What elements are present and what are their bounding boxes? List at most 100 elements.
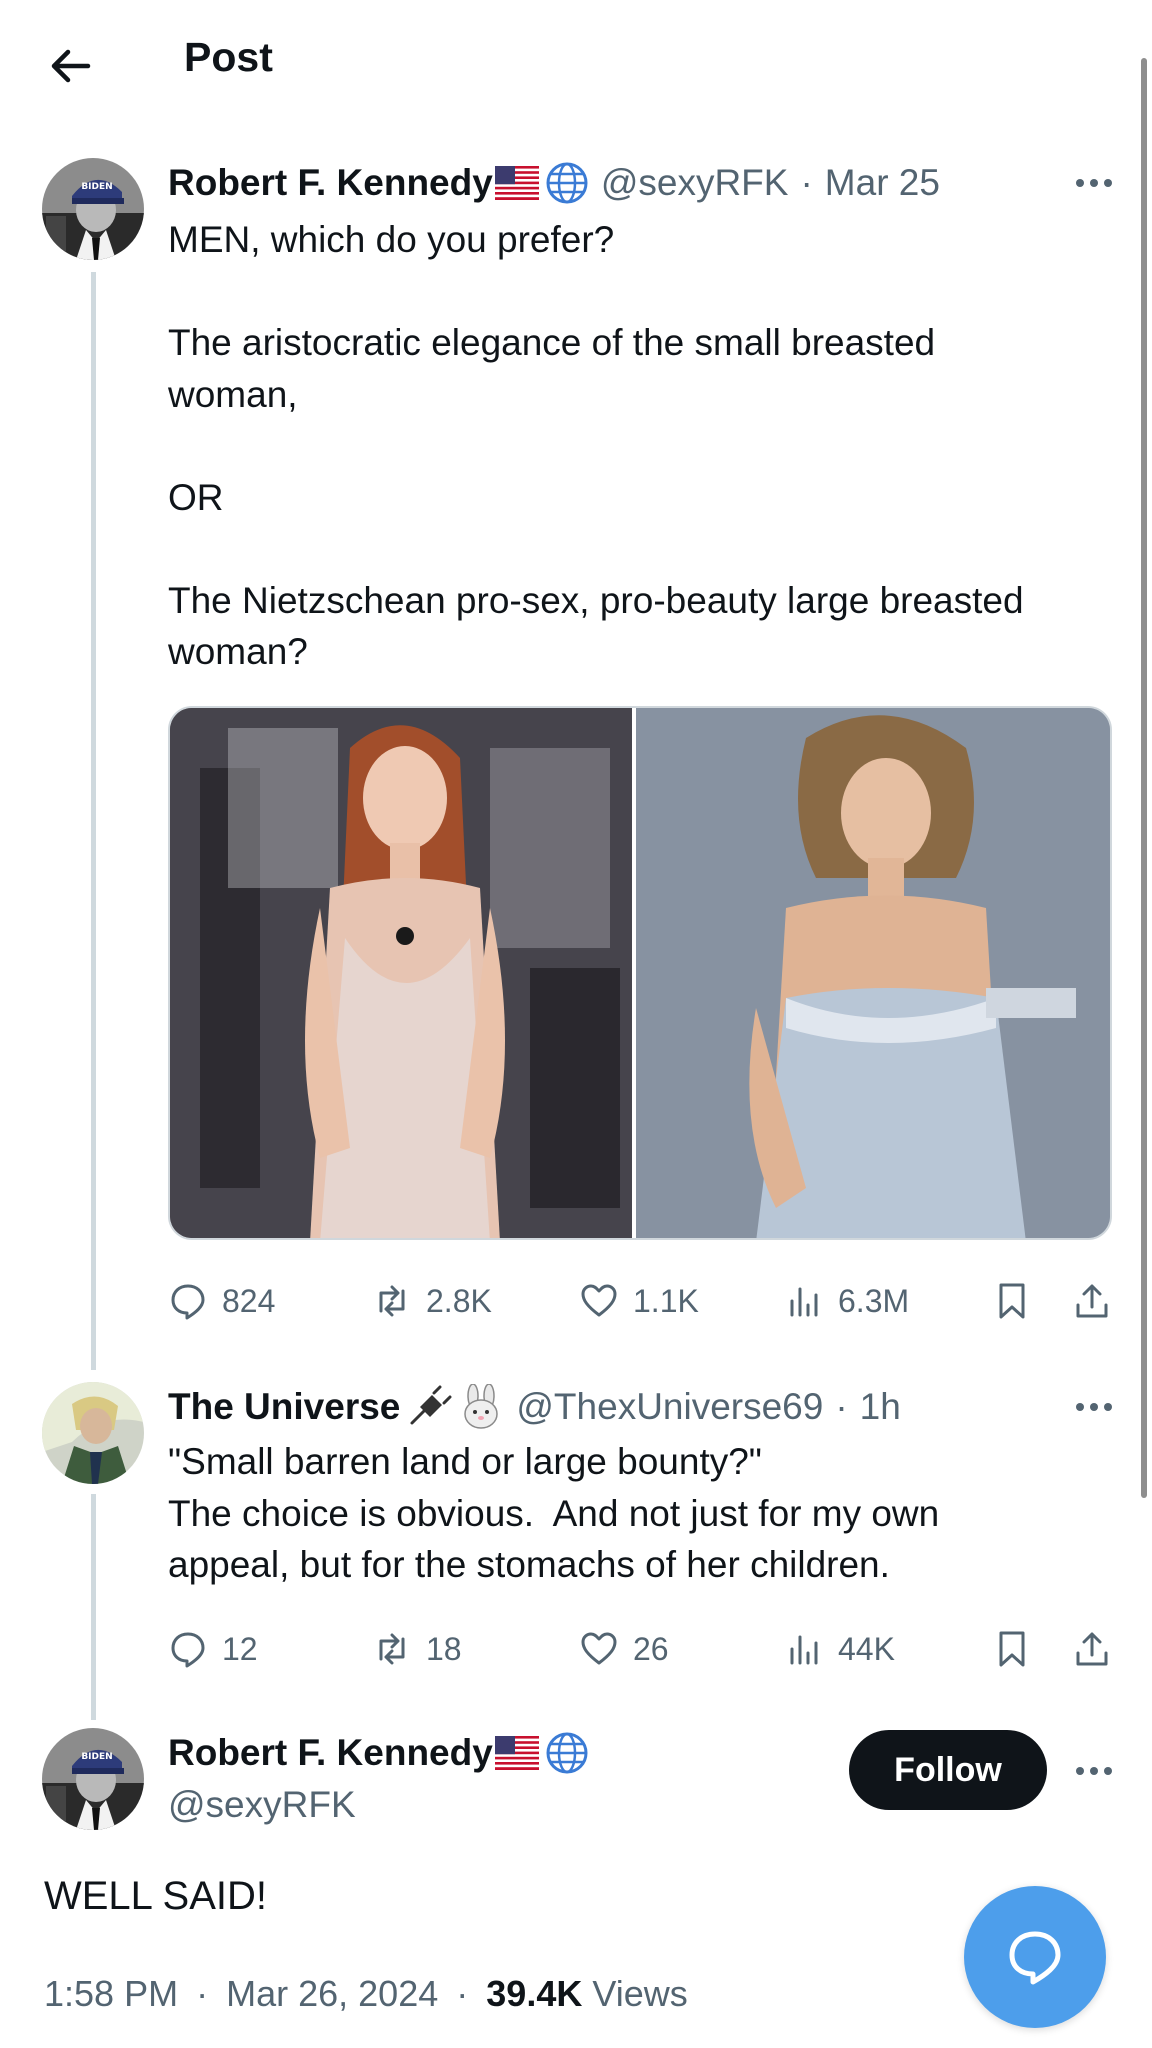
avatar[interactable] bbox=[42, 1382, 144, 1484]
author-handle[interactable]: @sexyRFK bbox=[168, 1784, 356, 1826]
bookmark-button[interactable] bbox=[992, 1624, 1046, 1674]
share-icon bbox=[1076, 1284, 1108, 1318]
reply-icon bbox=[171, 1632, 205, 1668]
page-title: Post bbox=[184, 34, 273, 80]
author-handle[interactable]: @ThexUniverse69 bbox=[516, 1386, 823, 1428]
post-text: MEN, which do you prefer? The aristocrat… bbox=[168, 214, 1024, 678]
more-icon bbox=[1076, 179, 1112, 187]
more-options-button[interactable] bbox=[1068, 1392, 1120, 1422]
more-icon bbox=[1076, 1767, 1112, 1775]
thread-line bbox=[91, 1494, 96, 1720]
post-time[interactable]: Mar 25 bbox=[825, 162, 940, 204]
photo-right-image bbox=[636, 708, 1110, 1238]
avatar[interactable]: BIDEN bbox=[42, 1728, 144, 1830]
reply-button[interactable]: 824 bbox=[168, 1276, 275, 1326]
avatar[interactable]: BIDEN bbox=[42, 158, 144, 260]
reply-actions: 12 18 26 44K bbox=[168, 1624, 1112, 1674]
views-total[interactable]: 39.4K bbox=[486, 1973, 582, 2014]
post-time[interactable]: 1h bbox=[860, 1386, 901, 1428]
compose-reply-icon bbox=[1009, 1931, 1061, 1985]
like-icon bbox=[581, 1284, 617, 1317]
post-text-line: MEN, which do you prefer? bbox=[168, 219, 615, 260]
like-icon bbox=[581, 1632, 617, 1665]
svg-text:BIDEN: BIDEN bbox=[81, 182, 112, 192]
repost-button[interactable]: 18 bbox=[372, 1624, 462, 1674]
media-photo-left[interactable] bbox=[170, 708, 636, 1238]
globe-icon bbox=[546, 1732, 588, 1774]
reply-text-line: appeal, but for the stomachs of her chil… bbox=[168, 1544, 890, 1585]
reply-icon bbox=[171, 1284, 205, 1320]
bookmark-icon bbox=[999, 1631, 1025, 1667]
share-button[interactable] bbox=[1072, 1624, 1126, 1674]
us-flag-icon bbox=[494, 166, 539, 200]
reply-button[interactable]: 12 bbox=[168, 1624, 258, 1674]
views-button[interactable]: 44K bbox=[784, 1624, 895, 1674]
separator: · bbox=[196, 1973, 209, 2014]
post-time: 1:58 PM bbox=[44, 1973, 179, 2014]
photo-left-image bbox=[170, 708, 632, 1238]
us-flag-icon bbox=[494, 1736, 539, 1770]
svg-text:BIDEN: BIDEN bbox=[81, 1752, 112, 1762]
thread-line bbox=[91, 272, 96, 1370]
like-count: 26 bbox=[633, 1630, 669, 1667]
avatar-image: BIDEN bbox=[42, 1728, 144, 1830]
back-button[interactable] bbox=[40, 36, 100, 96]
like-button[interactable]: 26 bbox=[579, 1624, 669, 1674]
back-arrow-icon bbox=[51, 49, 91, 83]
separator: · bbox=[456, 1973, 469, 2014]
repost-button[interactable]: 2.8K bbox=[372, 1276, 492, 1326]
plug-icon bbox=[410, 1385, 452, 1425]
post-header: Robert F. Kennedy @sexyRFK · Mar 25 bbox=[168, 160, 940, 206]
avatar-image: BIDEN bbox=[42, 158, 144, 260]
more-options-button[interactable] bbox=[1068, 1756, 1120, 1786]
main-post-handle-row: @sexyRFK bbox=[168, 1782, 356, 1828]
author-handle[interactable]: @sexyRFK bbox=[601, 162, 789, 204]
post-text-line: The aristocratic elegance of the small b… bbox=[168, 322, 936, 363]
post-text-line: woman? bbox=[168, 631, 308, 672]
reply-header: The Universe @ThexUniverse69 · 1h bbox=[168, 1384, 901, 1430]
globe-icon bbox=[546, 162, 588, 204]
repost-count: 18 bbox=[426, 1630, 462, 1667]
like-count: 1.1K bbox=[633, 1282, 699, 1319]
post-text-line: OR bbox=[168, 476, 224, 518]
main-post-header: Robert F. Kennedy bbox=[168, 1730, 601, 1776]
reply-text: "Small barren land or large bounty?" The… bbox=[168, 1436, 939, 1591]
reply-count: 824 bbox=[222, 1282, 276, 1319]
top-bar: Post bbox=[0, 0, 1152, 120]
separator: · bbox=[800, 162, 813, 203]
post-text-line: The Nietzschean pro-sex, pro-beauty larg… bbox=[168, 579, 1024, 621]
avatar-image bbox=[42, 1382, 144, 1484]
bookmark-icon bbox=[999, 1283, 1025, 1319]
post-media[interactable] bbox=[168, 706, 1112, 1240]
scrollbar[interactable] bbox=[1141, 58, 1147, 1498]
post-date: Mar 26, 2024 bbox=[226, 1973, 439, 2014]
like-button[interactable]: 1.1K bbox=[579, 1276, 699, 1326]
views-icon bbox=[790, 1287, 818, 1317]
bookmark-button[interactable] bbox=[992, 1276, 1046, 1326]
author-name[interactable]: Robert F. Kennedy bbox=[168, 1732, 493, 1774]
share-button[interactable] bbox=[1072, 1276, 1126, 1326]
main-post-text: WELL SAID! bbox=[44, 1874, 268, 1918]
views-label: Views bbox=[592, 1973, 688, 2014]
compose-reply-button[interactable] bbox=[964, 1886, 1106, 2028]
post-text-line: woman, bbox=[168, 373, 298, 415]
separator: · bbox=[835, 1386, 848, 1427]
views-button[interactable]: 6.3M bbox=[784, 1276, 909, 1326]
views-count: 6.3M bbox=[838, 1282, 910, 1319]
reply-text-line: "Small barren land or large bounty?" bbox=[168, 1441, 762, 1482]
post-actions: 824 2.8K 1.1K 6.3M bbox=[168, 1276, 1112, 1326]
follow-button[interactable]: Follow bbox=[849, 1730, 1047, 1810]
reply-text-line: The choice is obvious. And not just for … bbox=[168, 1492, 940, 1534]
reply-count: 12 bbox=[222, 1630, 258, 1667]
views-count: 44K bbox=[838, 1630, 895, 1667]
author-name[interactable]: Robert F. Kennedy bbox=[168, 162, 493, 204]
rabbit-icon bbox=[464, 1384, 499, 1429]
views-icon bbox=[790, 1635, 818, 1665]
repost-icon bbox=[379, 1633, 405, 1665]
media-photo-right[interactable] bbox=[636, 708, 1110, 1238]
share-icon bbox=[1076, 1632, 1108, 1666]
repost-count: 2.8K bbox=[426, 1282, 492, 1319]
more-icon bbox=[1076, 1403, 1112, 1411]
more-options-button[interactable] bbox=[1068, 168, 1120, 198]
author-name[interactable]: The Universe bbox=[168, 1386, 400, 1428]
